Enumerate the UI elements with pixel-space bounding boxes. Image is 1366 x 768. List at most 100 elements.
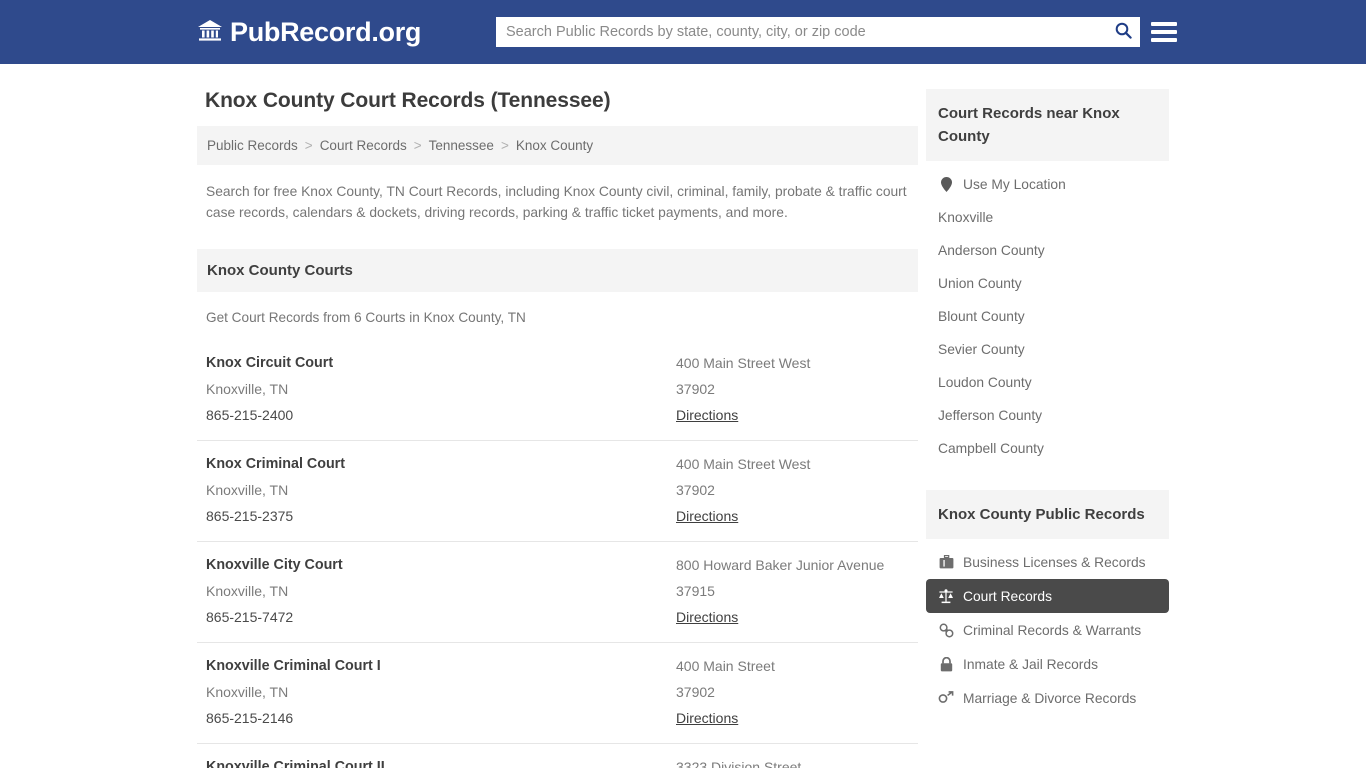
bank-building-icon (197, 18, 223, 47)
directions-link[interactable]: Directions (676, 604, 738, 630)
breadcrumb-item-knox-county[interactable]: Knox County (516, 138, 593, 153)
court-name[interactable]: Knox Circuit Court (206, 350, 676, 376)
sidebar-item-label: Sevier County (938, 342, 1025, 357)
court-info: Knox Criminal Court Knoxville, TN 865-21… (206, 451, 676, 529)
court-list: Knox Circuit Court Knoxville, TN 865-215… (197, 340, 918, 768)
court-zip: 37902 (676, 376, 909, 402)
court-zip: 37902 (676, 679, 909, 705)
breadcrumb-item-public-records[interactable]: Public Records (207, 138, 298, 153)
main-content: Knox County Court Records (Tennessee) Pu… (197, 64, 918, 768)
sidebar-item-label: Campbell County (938, 441, 1044, 456)
sidebar-item-label: Blount County (938, 309, 1025, 324)
court-name[interactable]: Knox Criminal Court (206, 451, 676, 477)
court-location: 400 Main Street West 37902 Directions (676, 350, 909, 428)
sidebar-item-loudon-county[interactable]: Loudon County (926, 366, 1169, 399)
sidebar-public-records-list: Business Licenses & Records Court Record… (926, 539, 1169, 715)
sidebar-item-court-records[interactable]: Court Records (926, 579, 1169, 613)
court-zip: 37915 (676, 578, 909, 604)
court-location: 3323 Division Street 37919 Directions (676, 754, 909, 768)
court-list-item: Knoxville City Court Knoxville, TN 865-2… (197, 542, 918, 643)
sidebar-item-criminal-records[interactable]: Criminal Records & Warrants (926, 613, 1169, 647)
hamburger-menu-icon (1151, 30, 1177, 34)
sidebar-item-anderson-county[interactable]: Anderson County (926, 234, 1169, 267)
sidebar-item-business-licenses[interactable]: Business Licenses & Records (926, 545, 1169, 579)
sidebar-item-label: Marriage & Divorce Records (963, 691, 1136, 706)
court-list-item: Knoxville Criminal Court I Knoxville, TN… (197, 643, 918, 744)
sidebar-item-sevier-county[interactable]: Sevier County (926, 333, 1169, 366)
sidebar-item-marriage-divorce-records[interactable]: Marriage & Divorce Records (926, 681, 1169, 715)
court-location: 400 Main Street West 37902 Directions (676, 451, 909, 529)
court-info: Knox Circuit Court Knoxville, TN 865-215… (206, 350, 676, 428)
breadcrumb-item-court-records[interactable]: Court Records (320, 138, 407, 153)
venus-mars-icon (938, 690, 954, 706)
court-zip: 37902 (676, 477, 909, 503)
court-name[interactable]: Knoxville Criminal Court II (206, 754, 676, 768)
courts-section-subheading: Get Court Records from 6 Courts in Knox … (197, 292, 918, 325)
site-header: PubRecord.org (0, 0, 1366, 64)
scales-of-justice-icon (938, 588, 954, 604)
sidebar-item-label: Knoxville (938, 210, 993, 225)
sidebar-public-records-heading: Knox County Public Records (926, 490, 1169, 539)
sidebar-item-label: Loudon County (938, 375, 1032, 390)
search-input[interactable] (496, 18, 1106, 46)
sidebar-item-label: Business Licenses & Records (963, 555, 1146, 570)
court-list-item: Knox Criminal Court Knoxville, TN 865-21… (197, 441, 918, 542)
sidebar-item-blount-county[interactable]: Blount County (926, 300, 1169, 333)
court-name[interactable]: Knoxville City Court (206, 552, 676, 578)
map-pin-icon (938, 176, 954, 192)
sidebar-item-label: Anderson County (938, 243, 1045, 258)
directions-link[interactable]: Directions (676, 503, 738, 529)
sidebar-item-union-county[interactable]: Union County (926, 267, 1169, 300)
directions-link[interactable]: Directions (676, 705, 738, 731)
court-city: Knoxville, TN (206, 376, 676, 402)
sidebar-nearby-heading: Court Records near Knox County (926, 89, 1169, 161)
sidebar-item-label: Union County (938, 276, 1022, 291)
court-info: Knoxville Criminal Court I Knoxville, TN… (206, 653, 676, 731)
sidebar-item-jefferson-county[interactable]: Jefferson County (926, 399, 1169, 432)
sidebar-item-label: Court Records (963, 589, 1052, 604)
sidebar-item-inmate-jail-records[interactable]: Inmate & Jail Records (926, 647, 1169, 681)
page-body: Knox County Court Records (Tennessee) Pu… (0, 64, 1366, 768)
court-address: 800 Howard Baker Junior Avenue (676, 552, 909, 578)
hamburger-menu-icon (1151, 38, 1177, 42)
sidebar-item-label: Use My Location (963, 177, 1066, 192)
court-phone: 865-215-2146 (206, 705, 676, 731)
sidebar-item-label: Jefferson County (938, 408, 1042, 423)
sidebar-item-campbell-county[interactable]: Campbell County (926, 432, 1169, 465)
breadcrumb-separator: > (298, 138, 320, 153)
court-address: 400 Main Street (676, 653, 909, 679)
site-logo[interactable]: PubRecord.org (197, 18, 421, 47)
court-address: 400 Main Street West (676, 451, 909, 477)
court-phone: 865-215-7472 (206, 604, 676, 630)
court-address: 400 Main Street West (676, 350, 909, 376)
court-name[interactable]: Knoxville Criminal Court I (206, 653, 676, 679)
site-logo-text: PubRecord.org (230, 19, 421, 46)
court-city: Knoxville, TN (206, 679, 676, 705)
padlock-icon (938, 656, 954, 672)
search-icon (1115, 22, 1132, 42)
search-bar (496, 17, 1140, 47)
directions-link[interactable]: Directions (676, 402, 738, 428)
court-city: Knoxville, TN (206, 477, 676, 503)
breadcrumb: Public Records > Court Records > Tenness… (197, 126, 918, 165)
court-phone: 865-215-2375 (206, 503, 676, 529)
briefcase-icon (938, 554, 954, 570)
court-list-item: Knox Circuit Court Knoxville, TN 865-215… (197, 340, 918, 441)
breadcrumb-item-tennessee[interactable]: Tennessee (429, 138, 494, 153)
sidebar-item-label: Inmate & Jail Records (963, 657, 1098, 672)
sidebar-nearby-list: Use My Location Knoxville Anderson Count… (926, 161, 1169, 465)
sidebar-item-knoxville[interactable]: Knoxville (926, 201, 1169, 234)
sidebar-item-use-my-location[interactable]: Use My Location (926, 167, 1169, 201)
breadcrumb-separator: > (494, 138, 516, 153)
court-location: 800 Howard Baker Junior Avenue 37915 Dir… (676, 552, 909, 630)
court-city: Knoxville, TN (206, 578, 676, 604)
page-intro-text: Search for free Knox County, TN Court Re… (197, 165, 918, 223)
court-info: Knoxville Criminal Court II Knoxville, T… (206, 754, 676, 768)
breadcrumb-separator: > (407, 138, 429, 153)
court-location: 400 Main Street 37902 Directions (676, 653, 909, 731)
search-button[interactable] (1106, 17, 1140, 47)
sidebar: Court Records near Knox County Use My Lo… (926, 64, 1169, 768)
court-address: 3323 Division Street (676, 754, 909, 768)
hamburger-menu-button[interactable] (1151, 19, 1177, 45)
hamburger-menu-icon (1151, 22, 1177, 26)
